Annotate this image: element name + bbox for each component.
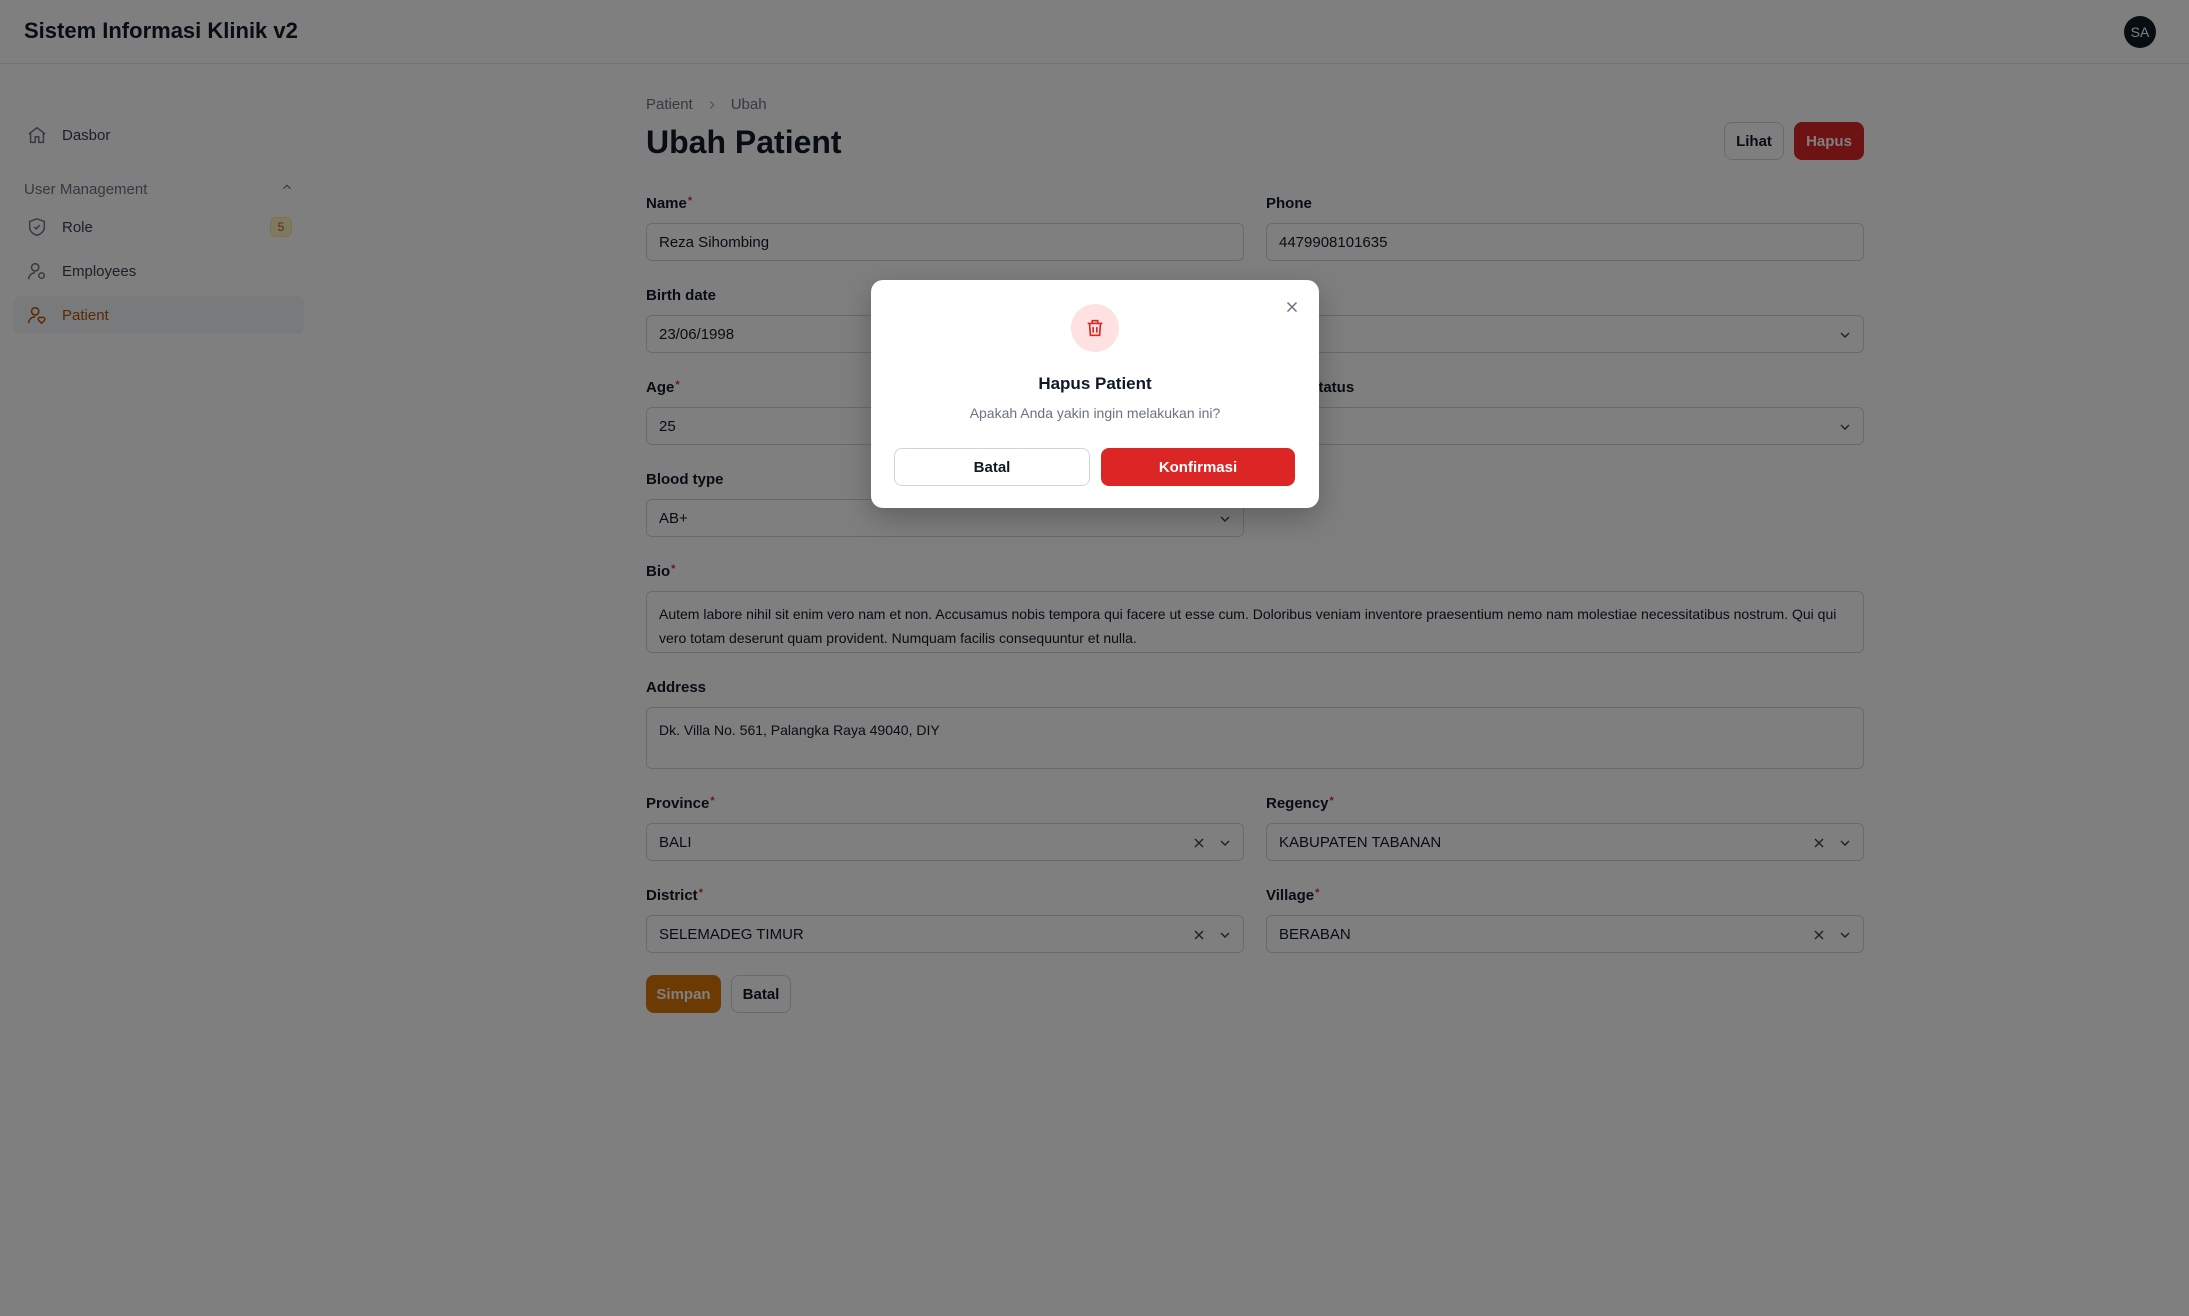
trash-icon — [1071, 304, 1119, 352]
dialog-title: Hapus Patient — [1038, 374, 1152, 393]
dialog-description: Apakah Anda yakin ingin melakukan ini? — [969, 405, 1221, 421]
dialog-confirm-button[interactable]: Konfirmasi — [1101, 448, 1295, 486]
modal-backdrop[interactable] — [0, 0, 2189, 1316]
close-icon[interactable] — [1281, 296, 1303, 318]
delete-confirm-dialog: Hapus Patient Apakah Anda yakin ingin me… — [871, 280, 1319, 508]
dialog-cancel-button[interactable]: Batal — [894, 448, 1090, 486]
